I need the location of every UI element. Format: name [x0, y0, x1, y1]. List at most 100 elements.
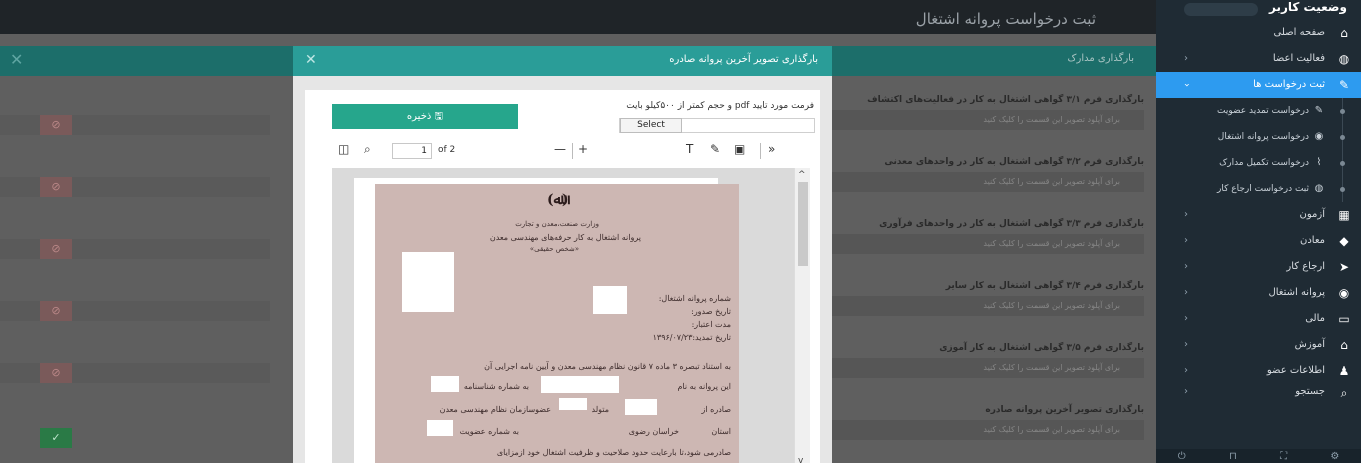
sidebar-item-work-referral[interactable]: ➤ ارجاع کار ‹ [1156, 254, 1361, 280]
sidebar-item-label: معادن [1299, 235, 1325, 246]
sidebar-item-label: صفحه اصلی [1273, 27, 1325, 38]
zoom-out-icon[interactable]: — [554, 142, 566, 156]
sidebar-subitem-label: درخواست تکمیل مدارک [1219, 158, 1309, 168]
error-icon[interactable]: ⊘ [40, 301, 72, 321]
upload-hint[interactable]: برای آپلود تصویر این قسمت را کلیک کنید [816, 420, 1144, 440]
sidebar-item-requests[interactable]: ✎ ثبت درخواست ها ‹ [1156, 72, 1361, 98]
redacted-field [559, 398, 587, 410]
search-icon[interactable]: ⌕ [364, 142, 371, 157]
sidebar-toggle-icon[interactable]: ◫ [338, 142, 349, 156]
page-count: of 2 [438, 145, 456, 155]
sidebar-item-member-info[interactable]: ♟ اطلاعات عضو ‹ [1156, 358, 1361, 384]
doc-para: به شماره عضویت [459, 427, 519, 436]
upload-hint[interactable]: برای آپلود تصویر این قسمت را کلیک کنید [816, 110, 1144, 130]
image-icon[interactable]: ▣ [734, 142, 745, 156]
sidebar-item-education[interactable]: ⌂ آموزش ‹ [1156, 332, 1361, 358]
send-icon: ➤ [1338, 260, 1350, 274]
sidebar-item-member-activity[interactable]: ◍ فعالیت اعضا ‹ [1156, 46, 1361, 72]
sidebar-subitem-label: درخواست پروانه اشتغال [1217, 132, 1309, 142]
card-icon: ▭ [1338, 312, 1350, 326]
home-icon: ⌂ [1340, 26, 1348, 40]
doc-renewal-date: تاریخ تمدید:۱۳۹۶/۰۷/۲۳ [652, 333, 731, 342]
page-number-input[interactable]: 1 [392, 143, 432, 159]
user-status-label: وضعیت کاربر [1269, 0, 1347, 14]
doc-ministry: وزارت صنعت،معدن و تجارت [515, 220, 599, 228]
draw-icon[interactable]: ✎ [710, 142, 720, 156]
power-icon[interactable]: ⏻ [1178, 451, 1186, 462]
chevron-left-icon: ‹ [1184, 365, 1188, 376]
sidebar-item-license[interactable]: ◉ پروانه اشتغال ‹ [1156, 280, 1361, 306]
save-button[interactable]: 🖫 ذخیره [332, 104, 518, 129]
upload-hint[interactable]: برای آپلود تصویر این قسمت را کلیک کنید [816, 172, 1144, 192]
redacted-photo [402, 252, 454, 312]
sidebar: وضعیت کاربر ⌂ صفحه اصلی ◍ فعالیت اعضا ‹ … [1156, 0, 1361, 463]
sidebar-subitem-membership-renewal[interactable]: ✎ درخواست تمدید عضویت [1156, 98, 1361, 124]
sidebar-item-home[interactable]: ⌂ صفحه اصلی [1156, 20, 1361, 46]
pdf-viewport[interactable]: (ﷲ) وزارت صنعت،معدن و تجارت پروانه اشتغا… [332, 168, 810, 463]
pdf-scrollbar[interactable]: ^ v [794, 168, 810, 463]
doc-title: پروانه اشتغال به کار حرفه‌های مهندسی معد… [489, 233, 641, 242]
doc-para: به استناد تبصره ۳ ماده ۷ قانون نظام مهند… [484, 362, 731, 371]
list-item[interactable]: بارگذاری فرم ۳/۵ گواهی اشتغال به کار آمو… [816, 338, 1156, 400]
error-icon[interactable]: ⊘ [40, 239, 72, 259]
doc-para: متولد [591, 405, 609, 414]
chevron-left-icon: ‹ [1184, 261, 1188, 272]
divider [572, 143, 573, 159]
doc-para: به شماره شناسنامه [463, 382, 529, 391]
check-icon[interactable]: ✓ [40, 428, 72, 448]
list-item[interactable]: بارگذاری فرم ۳/۱ گواهی اشتغال به کار در … [816, 90, 1156, 152]
sidebar-item-mines[interactable]: ◆ معادن ‹ [1156, 228, 1361, 254]
sidebar-subitem-label: درخواست تمدید عضویت [1217, 106, 1309, 116]
license-document: (ﷲ) وزارت صنعت،معدن و تجارت پروانه اشتغا… [375, 184, 739, 463]
sidebar-item-label: مالی [1305, 313, 1325, 324]
error-icon[interactable]: ⊘ [40, 363, 72, 383]
modal-header: بارگذاری تصویر آخرین پروانه صادره ✕ [293, 46, 832, 76]
upload-hint[interactable]: برای آپلود تصویر این قسمت را کلیک کنید [816, 234, 1144, 254]
sidebar-subitem-label: ثبت درخواست ارجاع کار [1217, 184, 1309, 194]
bullet-icon [1340, 109, 1345, 114]
upload-hint[interactable]: برای آپلود تصویر این قسمت را کلیک کنید [816, 358, 1144, 378]
emblem-icon: (ﷲ) [547, 192, 569, 208]
file-input[interactable]: Select [619, 118, 815, 133]
edit-icon: ✎ [1314, 105, 1324, 116]
more-tools-icon[interactable]: » [768, 142, 775, 156]
fullscreen-icon[interactable]: ⛶ [1280, 451, 1287, 462]
error-icon[interactable]: ⊘ [40, 115, 72, 135]
bullet-icon [1340, 135, 1345, 140]
sidebar-item-exam[interactable]: ▦ آزمون ‹ [1156, 202, 1361, 228]
sidebar-item-search[interactable]: ⌕ جستجو ‹ [1156, 384, 1361, 400]
select-button[interactable]: Select [620, 118, 682, 133]
upload-list: بارگذاری فرم ۳/۱ گواهی اشتغال به کار در … [816, 90, 1156, 462]
chevron-left-icon: ‹ [1184, 339, 1188, 350]
list-item[interactable]: بارگذاری فرم ۳/۲ گواهی اشتغال به کار در … [816, 152, 1156, 214]
text-tool-icon[interactable]: T [686, 142, 693, 156]
scrollbar-thumb[interactable] [798, 182, 808, 266]
eye-icon: ◉ [1314, 131, 1324, 142]
redacted-field [431, 376, 459, 392]
sidebar-subitem-work-referral[interactable]: ◍ ثبت درخواست ارجاع کار [1156, 176, 1361, 202]
chevron-up-icon[interactable]: ^ [798, 170, 806, 180]
settings-icon[interactable]: ⚙ [1330, 451, 1339, 462]
close-icon[interactable]: ✕ [10, 50, 23, 69]
sidebar-item-finance[interactable]: ▭ مالی ‹ [1156, 306, 1361, 332]
upload-hint[interactable]: برای آپلود تصویر این قسمت را کلیک کنید [816, 296, 1144, 316]
doc-para: صادره از [701, 405, 731, 414]
upload-item-title: بارگذاری تصویر آخرین پروانه صادره [985, 405, 1144, 415]
sidebar-subitem-license-request[interactable]: ◉ درخواست پروانه اشتغال [1156, 124, 1361, 150]
user-status: وضعیت کاربر [1156, 0, 1361, 20]
lock-icon[interactable]: ⊓ [1229, 451, 1237, 462]
doc-para: صادرمی شود،تا بارعایت حدود صلاحیت و ظرفی… [496, 448, 731, 457]
bullet-icon [1340, 187, 1345, 192]
chevron-down-icon[interactable]: v [798, 456, 803, 463]
list-item[interactable]: بارگذاری تصویر آخرین پروانه صادره برای آ… [816, 400, 1156, 462]
bullet-icon [1340, 161, 1345, 166]
sidebar-subitem-documents[interactable]: ⌇ درخواست تکمیل مدارک [1156, 150, 1361, 176]
error-icon[interactable]: ⊘ [40, 177, 72, 197]
sidebar-submenu: ✎ درخواست تمدید عضویت ◉ درخواست پروانه ا… [1156, 98, 1361, 202]
close-icon[interactable]: ✕ [305, 52, 317, 68]
upload-form: فرمت مورد تایید pdf و حجم کمتر از ۵۰۰کیل… [305, 90, 820, 134]
list-item[interactable]: بارگذاری فرم ۳/۳ گواهی اشتغال به کار در … [816, 214, 1156, 276]
palette-icon: ◍ [1338, 52, 1350, 66]
list-item[interactable]: بارگذاری فرم ۳/۴ گواهی اشتغال به کار سای… [816, 276, 1156, 338]
zoom-in-icon[interactable]: + [578, 142, 588, 156]
